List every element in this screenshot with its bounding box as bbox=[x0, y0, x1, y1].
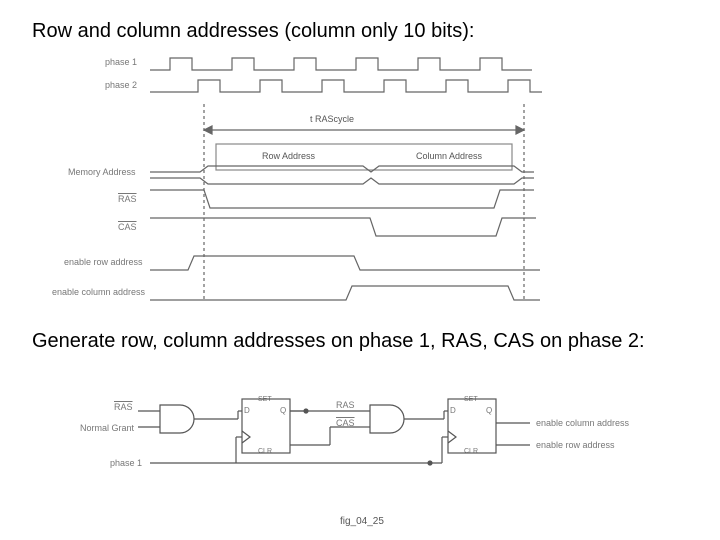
circuit-diagram bbox=[130, 395, 550, 475]
timing-diagram bbox=[140, 50, 560, 310]
heading-top: Row and column addresses (column only 10… bbox=[32, 20, 474, 43]
label-memory-address: Memory Address bbox=[68, 167, 136, 177]
label-enable-row: enable row address bbox=[64, 257, 143, 267]
label-phase2: phase 2 bbox=[105, 80, 137, 90]
circ-label-normal-grant: Normal Grant bbox=[80, 423, 134, 433]
label-enable-col: enable column address bbox=[52, 287, 145, 297]
label-cas: CAS bbox=[118, 222, 137, 232]
figure-id: fig_04_25 bbox=[340, 516, 384, 527]
label-ras: RAS bbox=[118, 194, 137, 204]
label-phase1: phase 1 bbox=[105, 57, 137, 67]
heading-mid-line1: Generate row, column addresses on phase … bbox=[32, 330, 645, 353]
